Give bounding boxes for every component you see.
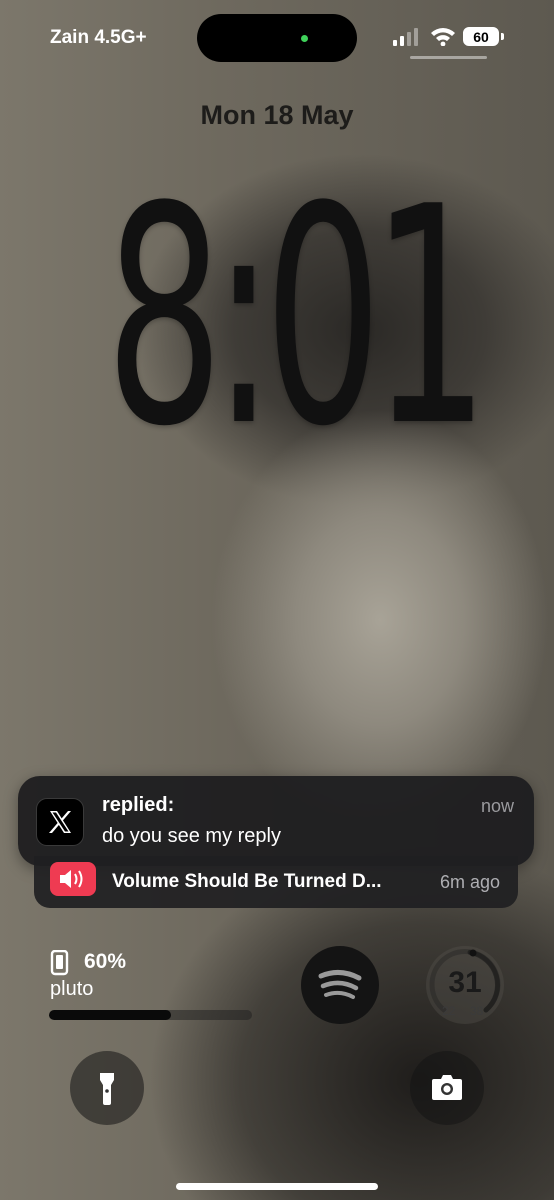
notification-x-reply[interactable]: replied: now do you see my reply (18, 776, 534, 866)
battery-icon: 60 (463, 27, 499, 46)
battery-widget-fill (49, 1010, 171, 1020)
phone-battery-icon (50, 950, 69, 976)
spotify-widget[interactable] (301, 946, 379, 1024)
control-center-hint[interactable] (410, 56, 487, 59)
notification-title: replied: (102, 794, 175, 816)
privacy-indicator-dot (301, 35, 308, 42)
spotify-icon (318, 970, 362, 999)
notification-title: Volume Should Be Turned D... (112, 871, 382, 892)
wifi-icon (431, 28, 455, 46)
dynamic-island[interactable] (197, 14, 357, 62)
speaker-icon (50, 862, 96, 896)
lock-date: Mon 18 May (200, 100, 354, 130)
battery-widget-percent: 60% (84, 950, 127, 973)
camera-icon (432, 1075, 462, 1100)
flashlight-button[interactable] (70, 1051, 144, 1125)
battery-cap (501, 33, 504, 40)
weather-widget[interactable]: 31 22 38 (426, 946, 504, 1024)
battery-widget-device: pluto (50, 978, 94, 1000)
notification-time: now (480, 796, 514, 816)
weather-high: 38 (470, 1004, 484, 1018)
status-bar: Zain 4.5G+ 60 (0, 0, 554, 78)
weather-low: 22 (442, 1004, 456, 1018)
flashlight-icon (100, 1073, 114, 1105)
x-logo-icon (36, 798, 84, 846)
home-indicator[interactable] (176, 1183, 378, 1190)
lock-clock: 8:01 (105, 143, 489, 492)
cellular-signal-icon (393, 28, 418, 46)
weather-temperature: 31 (448, 966, 482, 999)
battery-widget-bar (49, 1010, 252, 1020)
notification-volume[interactable]: Volume Should Be Turned D... 6m ago (34, 856, 518, 908)
carrier-label: Zain 4.5G+ (50, 27, 147, 48)
notification-time: 6m ago (439, 872, 500, 892)
camera-button[interactable] (410, 1051, 484, 1125)
notification-body: do you see my reply (102, 825, 281, 847)
